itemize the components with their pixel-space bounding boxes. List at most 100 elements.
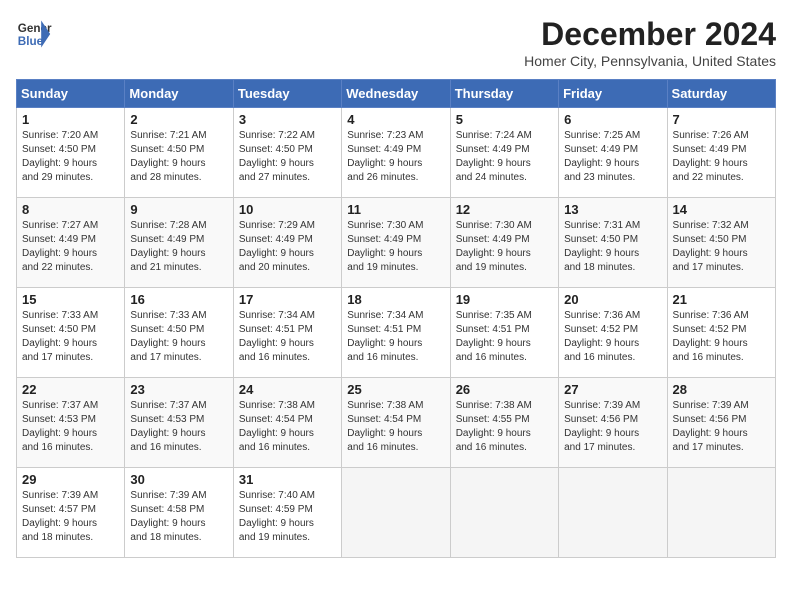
day-number: 15 [22,292,119,307]
calendar-day-29: 29 Sunrise: 7:39 AM Sunset: 4:57 PM Dayli… [17,468,125,558]
calendar-day-16: 16 Sunrise: 7:33 AM Sunset: 4:50 PM Dayli… [125,288,233,378]
calendar-day-18: 18 Sunrise: 7:34 AM Sunset: 4:51 PM Dayli… [342,288,450,378]
day-info: Sunrise: 7:40 AM Sunset: 4:59 PM Dayligh… [239,489,336,545]
day-info: Sunrise: 7:26 AM Sunset: 4:49 PM Dayligh… [673,129,770,185]
calendar-day-9: 9 Sunrise: 7:28 AM Sunset: 4:49 PM Daylig… [125,198,233,288]
day-number: 29 [22,472,119,487]
day-info: Sunrise: 7:30 AM Sunset: 4:49 PM Dayligh… [456,219,553,275]
calendar-day-13: 13 Sunrise: 7:31 AM Sunset: 4:50 PM Dayli… [559,198,667,288]
col-header-thursday: Thursday [450,80,558,108]
day-number: 3 [239,112,336,127]
calendar-day-27: 27 Sunrise: 7:39 AM Sunset: 4:56 PM Dayli… [559,378,667,468]
day-number: 1 [22,112,119,127]
calendar-week-3: 15 Sunrise: 7:33 AM Sunset: 4:50 PM Dayli… [17,288,776,378]
day-number: 17 [239,292,336,307]
day-info: Sunrise: 7:34 AM Sunset: 4:51 PM Dayligh… [239,309,336,365]
calendar-day-26: 26Sunrise: 7:38 AM Sunset: 4:55 PM Dayli… [450,378,558,468]
day-number: 31 [239,472,336,487]
calendar-day-20: 20Sunrise: 7:36 AM Sunset: 4:52 PM Dayli… [559,288,667,378]
day-info: Sunrise: 7:38 AM Sunset: 4:55 PM Dayligh… [456,399,553,455]
calendar-day-22: 22 Sunrise: 7:37 AM Sunset: 4:53 PM Dayli… [17,378,125,468]
day-info: Sunrise: 7:39 AM Sunset: 4:57 PM Dayligh… [22,489,119,545]
day-info: Sunrise: 7:23 AM Sunset: 4:49 PM Dayligh… [347,129,444,185]
day-info: Sunrise: 7:31 AM Sunset: 4:50 PM Dayligh… [564,219,661,275]
col-header-tuesday: Tuesday [233,80,341,108]
day-info: Sunrise: 7:21 AM Sunset: 4:50 PM Dayligh… [130,129,227,185]
day-number: 9 [130,202,227,217]
col-header-wednesday: Wednesday [342,80,450,108]
calendar-week-2: 8Sunrise: 7:27 AM Sunset: 4:49 PM Daylig… [17,198,776,288]
day-number: 11 [347,202,444,217]
calendar-day-24: 24 Sunrise: 7:38 AM Sunset: 4:54 PM Dayli… [233,378,341,468]
day-info: Sunrise: 7:36 AM Sunset: 4:52 PM Dayligh… [564,309,661,365]
calendar-week-1: 1 Sunrise: 7:20 AM Sunset: 4:50 PM Daylig… [17,108,776,198]
day-number: 6 [564,112,661,127]
calendar-day-7: 7 Sunrise: 7:26 AM Sunset: 4:49 PM Daylig… [667,108,775,198]
calendar-day-30: 30Sunrise: 7:39 AM Sunset: 4:58 PM Dayli… [125,468,233,558]
day-info: Sunrise: 7:39 AM Sunset: 4:56 PM Dayligh… [564,399,661,455]
day-number: 27 [564,382,661,397]
title-block: December 2024 Homer City, Pennsylvania, … [524,16,776,69]
calendar-day-23: 23 Sunrise: 7:37 AM Sunset: 4:53 PM Dayli… [125,378,233,468]
day-number: 13 [564,202,661,217]
day-info: Sunrise: 7:37 AM Sunset: 4:53 PM Dayligh… [22,399,119,455]
day-number: 2 [130,112,227,127]
day-info: Sunrise: 7:35 AM Sunset: 4:51 PM Dayligh… [456,309,553,365]
calendar-day-4: 4 Sunrise: 7:23 AM Sunset: 4:49 PM Daylig… [342,108,450,198]
day-number: 24 [239,382,336,397]
day-info: Sunrise: 7:34 AM Sunset: 4:51 PM Dayligh… [347,309,444,365]
day-info: Sunrise: 7:36 AM Sunset: 4:52 PM Dayligh… [673,309,770,365]
col-header-friday: Friday [559,80,667,108]
day-number: 14 [673,202,770,217]
day-info: Sunrise: 7:33 AM Sunset: 4:50 PM Dayligh… [22,309,119,365]
day-info: Sunrise: 7:24 AM Sunset: 4:49 PM Dayligh… [456,129,553,185]
day-number: 12 [456,202,553,217]
day-info: Sunrise: 7:38 AM Sunset: 4:54 PM Dayligh… [347,399,444,455]
logo: General Blue [16,16,52,52]
day-info: Sunrise: 7:38 AM Sunset: 4:54 PM Dayligh… [239,399,336,455]
calendar-table: SundayMondayTuesdayWednesdayThursdayFrid… [16,79,776,558]
day-info: Sunrise: 7:29 AM Sunset: 4:49 PM Dayligh… [239,219,336,275]
empty-cell [450,468,558,558]
day-number: 5 [456,112,553,127]
calendar-day-21: 21 Sunrise: 7:36 AM Sunset: 4:52 PM Dayli… [667,288,775,378]
svg-text:Blue: Blue [18,35,44,48]
day-info: Sunrise: 7:28 AM Sunset: 4:49 PM Dayligh… [130,219,227,275]
day-number: 22 [22,382,119,397]
day-info: Sunrise: 7:25 AM Sunset: 4:49 PM Dayligh… [564,129,661,185]
calendar-day-17: 17 Sunrise: 7:34 AM Sunset: 4:51 PM Dayli… [233,288,341,378]
calendar-week-4: 22 Sunrise: 7:37 AM Sunset: 4:53 PM Dayli… [17,378,776,468]
day-info: Sunrise: 7:20 AM Sunset: 4:50 PM Dayligh… [22,129,119,185]
calendar-day-11: 11Sunrise: 7:30 AM Sunset: 4:49 PM Dayli… [342,198,450,288]
calendar-day-2: 2 Sunrise: 7:21 AM Sunset: 4:50 PM Daylig… [125,108,233,198]
logo-icon: General Blue [16,16,52,52]
day-info: Sunrise: 7:37 AM Sunset: 4:53 PM Dayligh… [130,399,227,455]
calendar-day-5: 5 Sunrise: 7:24 AM Sunset: 4:49 PM Daylig… [450,108,558,198]
day-number: 30 [130,472,227,487]
calendar-day-19: 19Sunrise: 7:35 AM Sunset: 4:51 PM Dayli… [450,288,558,378]
calendar-day-8: 8Sunrise: 7:27 AM Sunset: 4:49 PM Daylig… [17,198,125,288]
day-number: 4 [347,112,444,127]
calendar-week-5: 29 Sunrise: 7:39 AM Sunset: 4:57 PM Dayli… [17,468,776,558]
col-header-saturday: Saturday [667,80,775,108]
calendar-day-6: 6 Sunrise: 7:25 AM Sunset: 4:49 PM Daylig… [559,108,667,198]
day-info: Sunrise: 7:22 AM Sunset: 4:50 PM Dayligh… [239,129,336,185]
day-info: Sunrise: 7:33 AM Sunset: 4:50 PM Dayligh… [130,309,227,365]
day-number: 18 [347,292,444,307]
day-number: 21 [673,292,770,307]
calendar-day-1: 1 Sunrise: 7:20 AM Sunset: 4:50 PM Daylig… [17,108,125,198]
calendar-day-28: 28Sunrise: 7:39 AM Sunset: 4:56 PM Dayli… [667,378,775,468]
empty-cell [667,468,775,558]
day-number: 25 [347,382,444,397]
day-number: 16 [130,292,227,307]
day-number: 10 [239,202,336,217]
col-header-monday: Monday [125,80,233,108]
day-number: 7 [673,112,770,127]
calendar-day-14: 14 Sunrise: 7:32 AM Sunset: 4:50 PM Dayli… [667,198,775,288]
day-info: Sunrise: 7:32 AM Sunset: 4:50 PM Dayligh… [673,219,770,275]
month-title: December 2024 [524,16,776,53]
day-number: 23 [130,382,227,397]
empty-cell [342,468,450,558]
day-number: 8 [22,202,119,217]
day-info: Sunrise: 7:39 AM Sunset: 4:56 PM Dayligh… [673,399,770,455]
